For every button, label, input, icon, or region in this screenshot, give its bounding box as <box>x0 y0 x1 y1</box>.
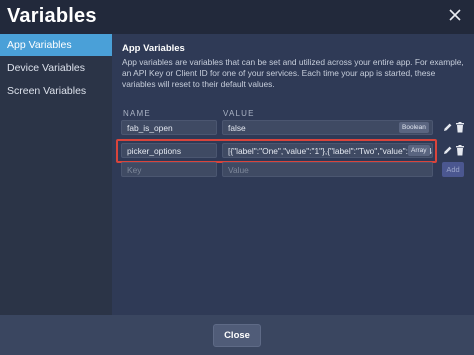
sidebar: App Variables Device Variables Screen Va… <box>0 34 112 315</box>
column-header-value: VALUE <box>223 109 255 118</box>
close-x-icon[interactable] <box>444 4 466 26</box>
new-value-input[interactable]: Value <box>222 162 433 177</box>
dialog-footer: Close <box>0 315 474 355</box>
add-variable-button[interactable]: Add <box>442 162 464 177</box>
dialog-title: Variables <box>7 5 97 27</box>
sidebar-item-screen-variables[interactable]: Screen Variables <box>0 80 112 102</box>
edit-pencil-icon[interactable] <box>442 121 454 133</box>
dialog-header: Variables <box>0 0 474 34</box>
column-header-name: NAME <box>123 109 151 118</box>
main-panel: App Variables App variables are variable… <box>112 34 474 315</box>
trash-icon[interactable] <box>454 121 466 133</box>
close-button[interactable]: Close <box>213 324 261 347</box>
trash-icon[interactable] <box>454 144 466 156</box>
variable-name-field[interactable]: fab_is_open <box>121 120 217 135</box>
sidebar-item-device-variables[interactable]: Device Variables <box>0 57 112 79</box>
section-description: App variables are variables that can be … <box>122 57 464 89</box>
edit-pencil-icon[interactable] <box>442 144 454 156</box>
section-title: App Variables <box>122 43 185 54</box>
highlight-box <box>116 139 437 163</box>
type-badge: Boolean <box>399 122 429 133</box>
new-key-input[interactable]: Key <box>121 162 217 177</box>
variables-dialog: Variables App Variables Device Variables… <box>0 0 474 355</box>
sidebar-item-app-variables[interactable]: App Variables <box>0 34 112 56</box>
variable-value-text: false <box>228 123 246 133</box>
